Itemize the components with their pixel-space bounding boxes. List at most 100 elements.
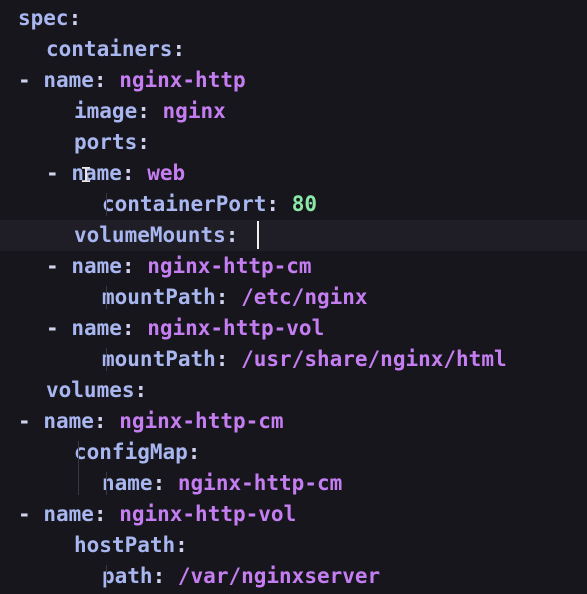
yaml-key: spec xyxy=(18,6,69,30)
yaml-key: volumes xyxy=(46,378,135,402)
code-line-content: - name: nginx-http-vol xyxy=(18,499,296,530)
yaml-colon: : xyxy=(93,502,107,526)
yaml-value: 80 xyxy=(291,192,317,216)
yaml-key: name xyxy=(43,68,94,92)
yaml-value: nginx-http-cm xyxy=(119,409,284,433)
indent-guide xyxy=(106,193,107,216)
code-line-content: mountPath: /etc/nginx xyxy=(102,282,368,313)
yaml-value: nginx-http-vol xyxy=(119,502,297,526)
yaml-value: web xyxy=(147,161,186,185)
indent-guide xyxy=(106,348,107,371)
indent-guide xyxy=(106,565,107,588)
code-line[interactable]: - name: nginx-http-vol xyxy=(0,499,587,530)
yaml-value: /usr/share/nginx/html xyxy=(241,347,507,371)
yaml-key: name xyxy=(102,471,153,495)
code-line[interactable]: - name: nginx-http-cm xyxy=(0,406,587,437)
code-line-content: ports: xyxy=(74,127,150,158)
code-line-content: volumes: xyxy=(46,375,147,406)
code-line-content: volumeMounts: xyxy=(74,220,238,251)
yaml-colon: : xyxy=(121,316,135,340)
yaml-colon: : xyxy=(121,254,135,278)
code-line[interactable]: containerPort: 80 xyxy=(0,189,587,220)
yaml-colon: : xyxy=(187,440,201,464)
yaml-key: hostPath xyxy=(74,533,176,557)
indent-guide xyxy=(106,286,107,309)
code-line-content: spec: xyxy=(18,3,81,34)
yaml-key: configMap xyxy=(74,440,188,464)
yaml-key: name xyxy=(71,254,122,278)
list-dash: - xyxy=(18,68,31,92)
list-dash: - xyxy=(18,502,31,526)
indent-guide xyxy=(78,441,79,495)
list-dash: - xyxy=(46,254,59,278)
yaml-colon: : xyxy=(215,285,229,309)
code-line-content: configMap: xyxy=(74,437,200,468)
yaml-colon: : xyxy=(93,409,107,433)
yaml-key: containerPort xyxy=(102,192,267,216)
code-line[interactable]: - name: nginx-http-cm xyxy=(0,251,587,282)
code-line[interactable]: image: nginx xyxy=(0,96,587,127)
code-line-content: - name: nginx-http-cm xyxy=(46,251,312,282)
code-line[interactable]: mountPath: /etc/nginx xyxy=(0,282,587,313)
yaml-key: name xyxy=(71,316,122,340)
code-line[interactable]: mountPath: /usr/share/nginx/html xyxy=(0,344,587,375)
yaml-colon: : xyxy=(68,6,82,30)
yaml-colon: : xyxy=(175,533,188,557)
yaml-value: nginx xyxy=(162,99,226,123)
yaml-key: name xyxy=(43,409,94,433)
yaml-key: path xyxy=(102,564,153,588)
yaml-key: mountPath xyxy=(102,285,216,309)
yaml-value: nginx-http-vol xyxy=(147,316,325,340)
yaml-colon: : xyxy=(93,68,107,92)
code-line[interactable]: hostPath: xyxy=(0,530,587,561)
yaml-colon: : xyxy=(137,99,150,123)
code-line[interactable]: spec: xyxy=(0,3,587,34)
yaml-key: name xyxy=(43,502,94,526)
list-dash: - xyxy=(18,409,31,433)
code-line[interactable]: - name: nginx-http xyxy=(0,65,587,96)
yaml-colon: : xyxy=(152,471,166,495)
code-line[interactable]: path: /var/nginxserver xyxy=(0,561,587,592)
code-line-content: containers: xyxy=(46,34,185,65)
code-line[interactable]: - name: nginx-http-vol xyxy=(0,313,587,344)
yaml-key: name xyxy=(71,161,122,185)
yaml-key: containers xyxy=(46,37,173,61)
code-line[interactable]: name: nginx-http-cm xyxy=(0,468,587,499)
list-dash: - xyxy=(46,161,59,185)
code-line[interactable]: configMap: xyxy=(0,437,587,468)
yaml-key: mountPath xyxy=(102,347,216,371)
yaml-colon: : xyxy=(215,347,229,371)
code-line-content: - name: nginx-http-vol xyxy=(46,313,324,344)
code-line-content: - name: nginx-http xyxy=(18,65,246,96)
yaml-colon: : xyxy=(134,378,148,402)
code-line[interactable]: volumeMounts: xyxy=(0,220,587,251)
code-line[interactable]: containers: xyxy=(0,34,587,65)
yaml-value: /var/nginxserver xyxy=(177,564,381,588)
text-cursor xyxy=(257,221,259,249)
yaml-colon: : xyxy=(121,161,135,185)
mouse-ibeam-icon: I xyxy=(80,163,93,187)
yaml-colon: : xyxy=(225,223,239,247)
yaml-value: nginx-http xyxy=(119,68,246,92)
yaml-key: volumeMounts xyxy=(74,223,226,247)
yaml-colon: : xyxy=(172,37,186,61)
yaml-value: nginx-http-cm xyxy=(147,254,312,278)
code-line-content: - name: nginx-http-cm xyxy=(18,406,284,437)
code-line-content: mountPath: /usr/share/nginx/html xyxy=(102,344,507,375)
code-line-content: name: nginx-http-cm xyxy=(102,468,342,499)
yaml-value: /etc/nginx xyxy=(241,285,368,309)
yaml-colon: : xyxy=(137,130,150,154)
list-dash: - xyxy=(46,316,59,340)
code-line-content: image: nginx xyxy=(74,96,226,127)
indent-guide xyxy=(106,472,107,495)
yaml-colon: : xyxy=(152,564,166,588)
yaml-key: ports xyxy=(74,130,138,154)
code-line[interactable]: volumes: xyxy=(0,375,587,406)
code-line-content: - name: web xyxy=(46,158,185,189)
code-line-content: hostPath: xyxy=(74,530,188,561)
yaml-value: nginx-http-cm xyxy=(177,471,343,495)
code-editor[interactable]: spec: containers: - name: nginx-http image:… xyxy=(0,0,587,594)
code-line-content: path: /var/nginxserver xyxy=(102,561,380,592)
code-line[interactable]: ports: xyxy=(0,127,587,158)
yaml-colon: : xyxy=(266,192,280,216)
